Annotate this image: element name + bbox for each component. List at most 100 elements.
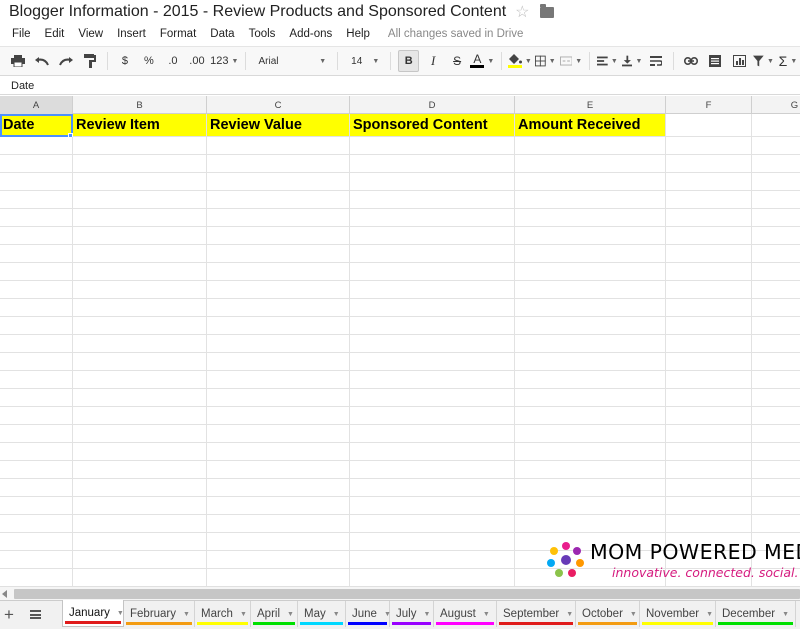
sheet-tab-march[interactable]: March ▼: [195, 601, 251, 627]
column-header-f[interactable]: F: [666, 96, 752, 114]
cell-c2[interactable]: [207, 137, 350, 155]
cell-f18[interactable]: [666, 425, 752, 443]
cell-e12[interactable]: [515, 317, 666, 335]
chevron-down-icon[interactable]: ▼: [782, 611, 789, 618]
cell-c5[interactable]: [207, 191, 350, 209]
cell-g3[interactable]: [752, 155, 800, 173]
cell-d4[interactable]: [350, 173, 515, 191]
functions-button[interactable]: Σ ▼: [778, 50, 798, 72]
cell-c12[interactable]: [207, 317, 350, 335]
menu-insert[interactable]: Insert: [117, 28, 146, 40]
cell-g9[interactable]: [752, 263, 800, 281]
cell-f17[interactable]: [666, 407, 752, 425]
cell-a6[interactable]: [0, 209, 73, 227]
cell-a19[interactable]: [0, 443, 73, 461]
chevron-down-icon[interactable]: ▼: [630, 611, 637, 618]
cell-e22[interactable]: [515, 497, 666, 515]
cell-a26[interactable]: [0, 569, 73, 586]
sheet-tab-august[interactable]: August ▼: [434, 601, 497, 627]
cell-b12[interactable]: [73, 317, 207, 335]
cell-d7[interactable]: [350, 227, 515, 245]
cell-a7[interactable]: [0, 227, 73, 245]
cell-g23[interactable]: [752, 515, 800, 533]
all-sheets-icon[interactable]: [30, 610, 41, 619]
cell-g5[interactable]: [752, 191, 800, 209]
cell-f2[interactable]: [666, 137, 752, 155]
sheet-tab-june[interactable]: June ▼: [346, 601, 391, 627]
cell-c26[interactable]: [207, 569, 350, 586]
menu-format[interactable]: Format: [160, 28, 196, 40]
cell-g1[interactable]: [752, 114, 800, 137]
cell-f11[interactable]: [666, 299, 752, 317]
column-header-c[interactable]: C: [207, 96, 350, 114]
column-header-a[interactable]: A: [0, 96, 73, 114]
cell-a11[interactable]: [0, 299, 73, 317]
star-icon[interactable]: ☆: [515, 2, 529, 22]
cell-a16[interactable]: [0, 389, 73, 407]
column-header-d[interactable]: D: [350, 96, 515, 114]
cell-f10[interactable]: [666, 281, 752, 299]
cell-f7[interactable]: [666, 227, 752, 245]
cell-c22[interactable]: [207, 497, 350, 515]
cell-g19[interactable]: [752, 443, 800, 461]
sheet-tab-april[interactable]: April ▼: [251, 601, 298, 627]
cell-d10[interactable]: [350, 281, 515, 299]
cell-e17[interactable]: [515, 407, 666, 425]
cell-c25[interactable]: [207, 551, 350, 569]
scrollbar-thumb[interactable]: [14, 589, 800, 599]
cell-d22[interactable]: [350, 497, 515, 515]
cell-c11[interactable]: [207, 299, 350, 317]
cell-b19[interactable]: [73, 443, 207, 461]
cell-e2[interactable]: [515, 137, 666, 155]
increase-decimal-button[interactable]: .00: [187, 50, 207, 72]
cell-d11[interactable]: [350, 299, 515, 317]
save-status[interactable]: All changes saved in Drive: [388, 28, 524, 40]
cell-b6[interactable]: [73, 209, 207, 227]
cell-f20[interactable]: [666, 461, 752, 479]
cell-b4[interactable]: [73, 173, 207, 191]
cell-f16[interactable]: [666, 389, 752, 407]
cell-a12[interactable]: [0, 317, 73, 335]
cell-e19[interactable]: [515, 443, 666, 461]
cell-b7[interactable]: [73, 227, 207, 245]
cell-f22[interactable]: [666, 497, 752, 515]
chevron-down-icon[interactable]: ▼: [566, 611, 573, 618]
cell-f3[interactable]: [666, 155, 752, 173]
chevron-down-icon[interactable]: ▼: [423, 611, 430, 618]
cell-f15[interactable]: [666, 371, 752, 389]
cell-f14[interactable]: [666, 353, 752, 371]
cell-f13[interactable]: [666, 335, 752, 353]
cell-c19[interactable]: [207, 443, 350, 461]
cell-g6[interactable]: [752, 209, 800, 227]
cell-f1[interactable]: [666, 114, 752, 137]
cell-b20[interactable]: [73, 461, 207, 479]
cell-d26[interactable]: [350, 569, 515, 586]
font-size-select[interactable]: 14 ▼: [345, 50, 383, 72]
cell-d18[interactable]: [350, 425, 515, 443]
cell-g13[interactable]: [752, 335, 800, 353]
menu-edit[interactable]: Edit: [45, 28, 65, 40]
sheet-tab-may[interactable]: May ▼: [298, 601, 346, 627]
cell-e6[interactable]: [515, 209, 666, 227]
cell-d12[interactable]: [350, 317, 515, 335]
cell-g7[interactable]: [752, 227, 800, 245]
column-header-e[interactable]: E: [515, 96, 666, 114]
cell-e1[interactable]: Amount Received: [515, 114, 666, 137]
cell-e9[interactable]: [515, 263, 666, 281]
insert-comment-button[interactable]: [705, 50, 725, 72]
decrease-decimal-button[interactable]: .0: [163, 50, 183, 72]
cell-b25[interactable]: [73, 551, 207, 569]
paint-format-button[interactable]: [80, 50, 100, 72]
cell-d1[interactable]: Sponsored Content: [350, 114, 515, 137]
cell-e16[interactable]: [515, 389, 666, 407]
cell-a25[interactable]: [0, 551, 73, 569]
cell-b13[interactable]: [73, 335, 207, 353]
formula-input[interactable]: Date: [0, 80, 800, 92]
filter-button[interactable]: ▼: [753, 50, 774, 72]
cell-d14[interactable]: [350, 353, 515, 371]
cell-d3[interactable]: [350, 155, 515, 173]
cell-c18[interactable]: [207, 425, 350, 443]
cell-d16[interactable]: [350, 389, 515, 407]
scroll-left-icon[interactable]: [2, 590, 7, 598]
cell-g20[interactable]: [752, 461, 800, 479]
